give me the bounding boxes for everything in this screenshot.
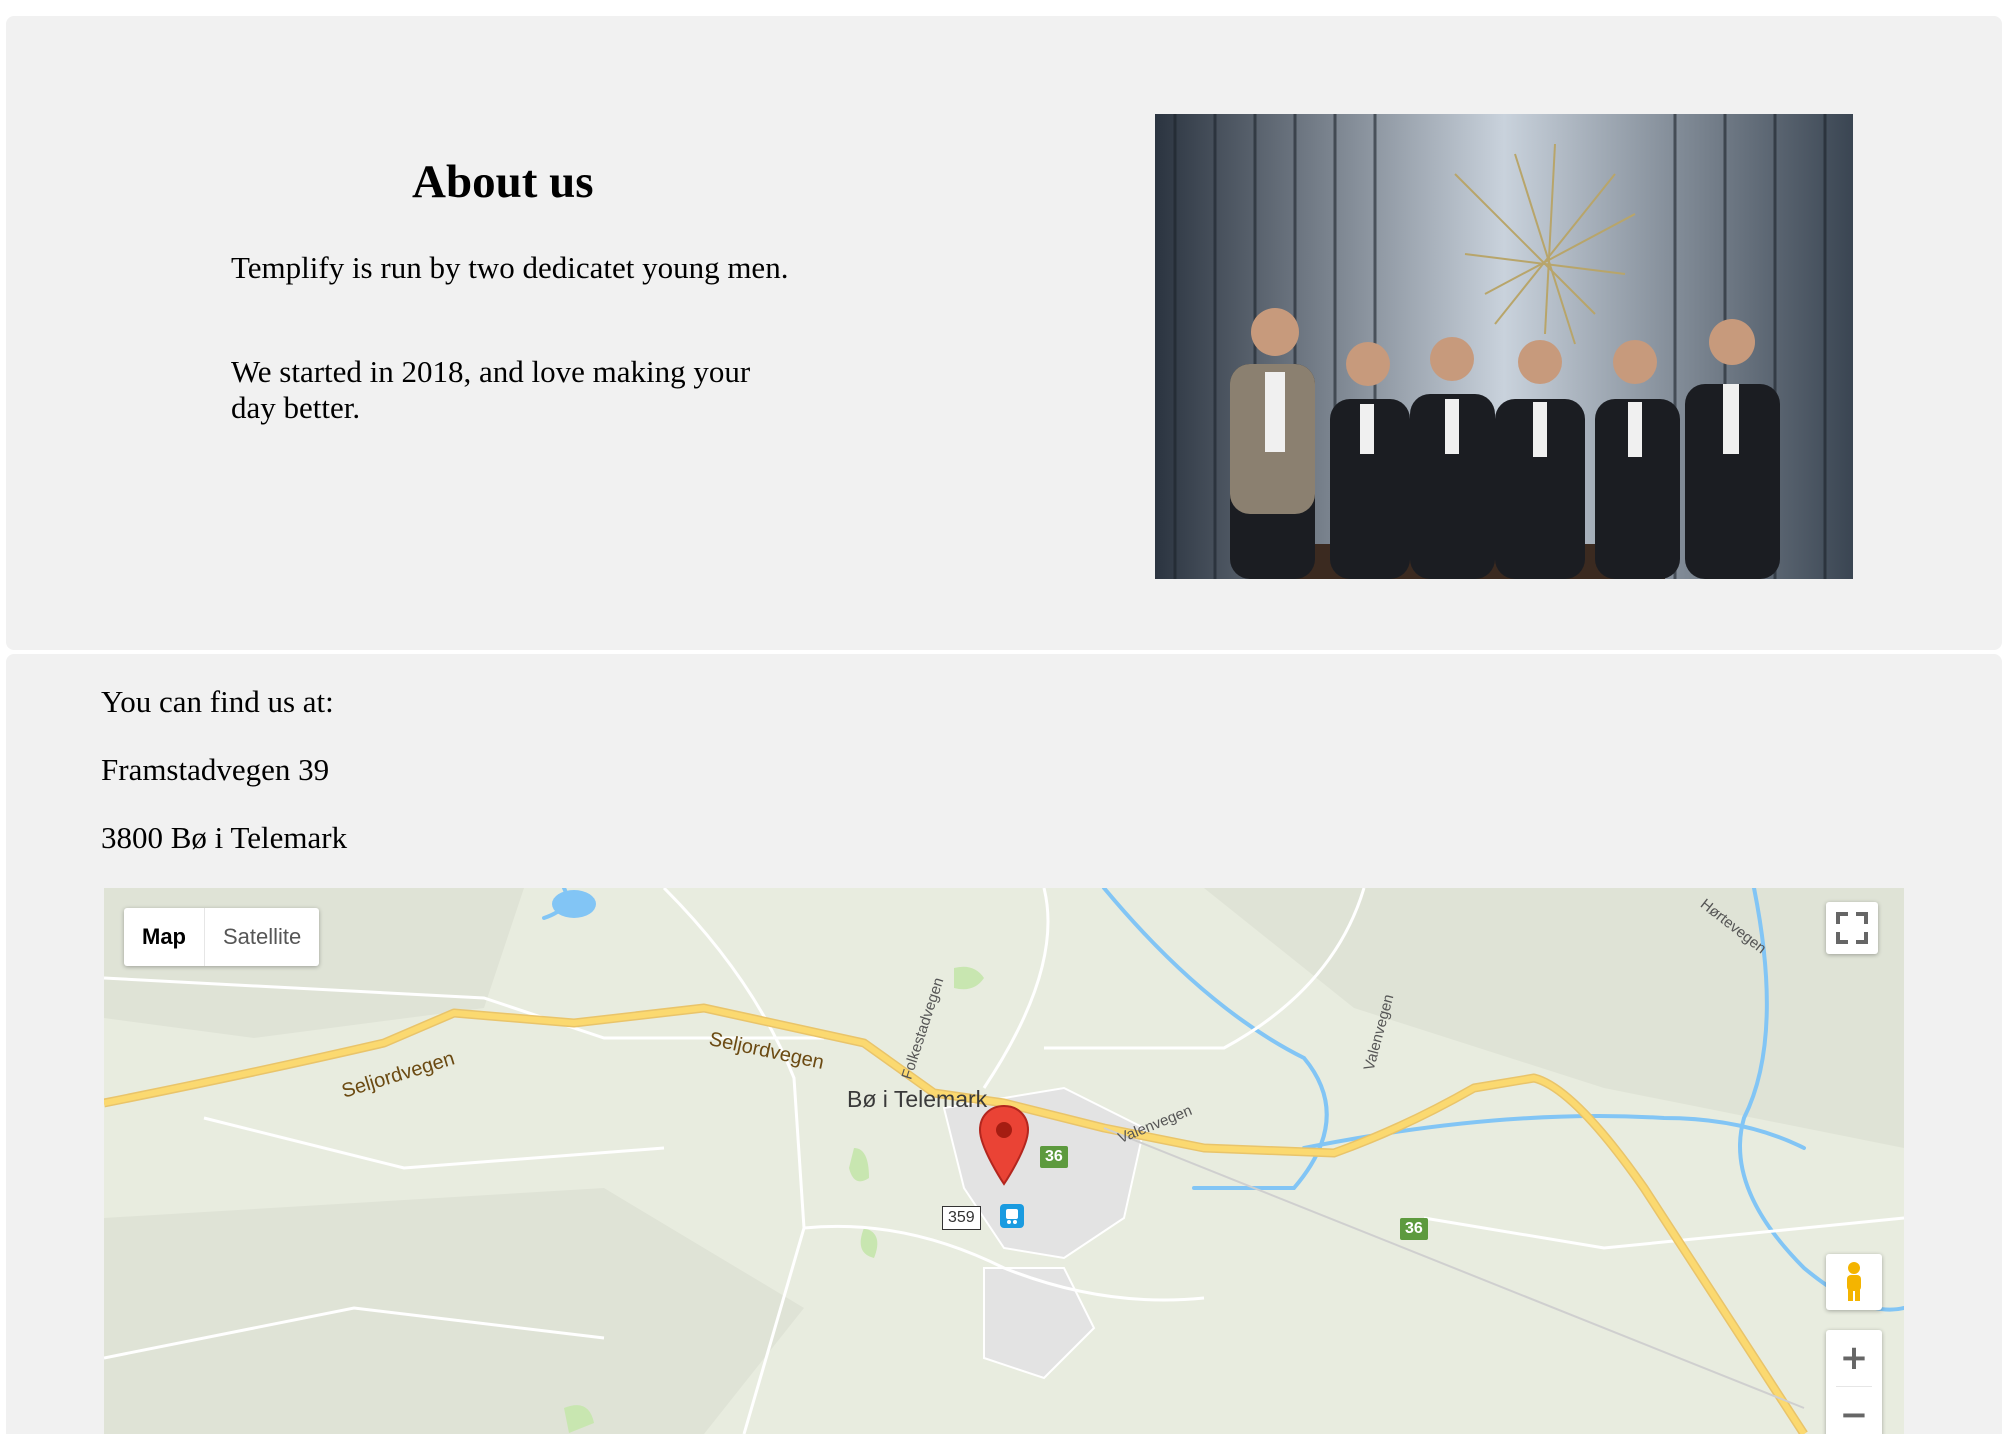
route-shield-36: 36: [1400, 1218, 1428, 1240]
map-type-control: Map Satellite: [124, 908, 320, 966]
zoom-out-button[interactable]: −: [1826, 1387, 1882, 1434]
location-intro: You can find us at:: [101, 684, 334, 719]
route-shield-359: 359: [942, 1206, 981, 1230]
route-shield-36: 36: [1040, 1146, 1068, 1168]
bus-stop-icon[interactable]: [1000, 1204, 1024, 1228]
fullscreen-button[interactable]: [1826, 902, 1878, 954]
zoom-control: + −: [1826, 1330, 1882, 1434]
about-paragraph-1: Templify is run by two dedicatet young m…: [231, 250, 789, 285]
pegman-icon: [1847, 1262, 1861, 1301]
street-view-button[interactable]: [1826, 1254, 1882, 1310]
address-street: Framstadvegen 39: [101, 752, 330, 787]
location-marker-icon[interactable]: [978, 1104, 1030, 1186]
zoom-in-button[interactable]: +: [1826, 1330, 1882, 1386]
map[interactable]: Seljordvegen Seljordvegen Folkestadvegen…: [104, 888, 1904, 1434]
team-photo: [1155, 114, 1853, 579]
map-type-map-button[interactable]: Map: [124, 908, 204, 966]
fullscreen-icon: [1836, 912, 1868, 944]
map-type-satellite-button[interactable]: Satellite: [204, 908, 319, 966]
town-label: Bø i Telemark: [847, 1086, 988, 1112]
address-city: 3800 Bø i Telemark: [101, 820, 348, 855]
about-title: About us: [412, 156, 594, 208]
about-paragraph-2: We started in 2018, and love making your…: [231, 354, 751, 425]
